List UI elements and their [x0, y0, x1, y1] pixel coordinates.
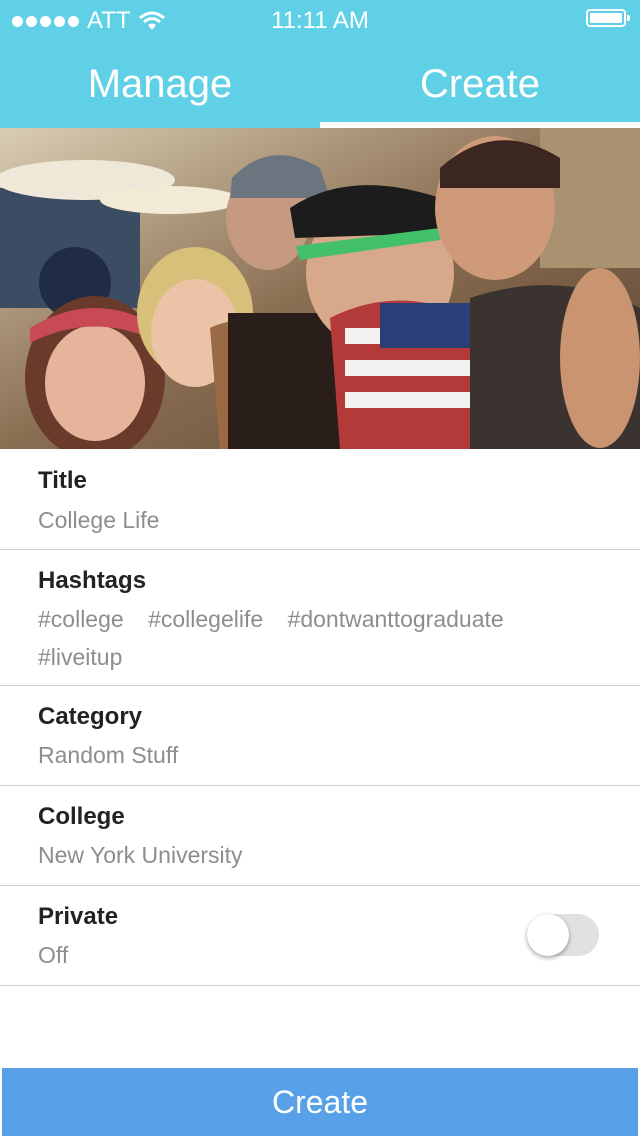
- category-label: Category: [38, 703, 143, 730]
- private-label: Private: [38, 903, 119, 930]
- tab-create[interactable]: Create: [320, 40, 640, 128]
- toggle-knob: [527, 914, 569, 956]
- status-bar: ATT 11:11 AM: [0, 0, 640, 40]
- hashtag-item: #liveitup: [38, 644, 123, 670]
- status-time: 11:11 AM: [271, 7, 369, 34]
- hashtag-item: #collegelife: [148, 606, 264, 632]
- title-value: College Life: [38, 507, 160, 533]
- hashtag-item: #college: [38, 606, 124, 632]
- category-value: Random Stuff: [38, 742, 179, 768]
- hashtag-item: #dontwanttograduate: [287, 606, 504, 632]
- title-label: Title: [38, 467, 87, 494]
- private-toggle[interactable]: [527, 914, 599, 956]
- post-photo[interactable]: [0, 128, 640, 449]
- college-value: New York University: [38, 842, 243, 868]
- photo-image: [0, 128, 640, 449]
- college-field[interactable]: College New York University: [0, 786, 640, 886]
- private-field: Private Off: [0, 886, 640, 986]
- tab-bar: Manage Create: [0, 40, 640, 128]
- title-field[interactable]: Title College Life: [0, 449, 640, 550]
- hashtags-list: #college #collegelife #dontwanttograduat…: [38, 600, 598, 676]
- private-value: Off: [38, 942, 69, 968]
- college-label: College: [38, 803, 125, 830]
- category-field[interactable]: Category Random Stuff: [0, 686, 640, 786]
- hashtags-field[interactable]: Hashtags #college #collegelife #dontwant…: [0, 550, 640, 686]
- create-button[interactable]: Create: [2, 1068, 638, 1136]
- battery-icon: [586, 9, 630, 27]
- app-header: ATT 11:11 AM Manage Create: [0, 0, 640, 128]
- tab-manage[interactable]: Manage: [0, 40, 320, 128]
- hashtags-label: Hashtags: [38, 567, 147, 594]
